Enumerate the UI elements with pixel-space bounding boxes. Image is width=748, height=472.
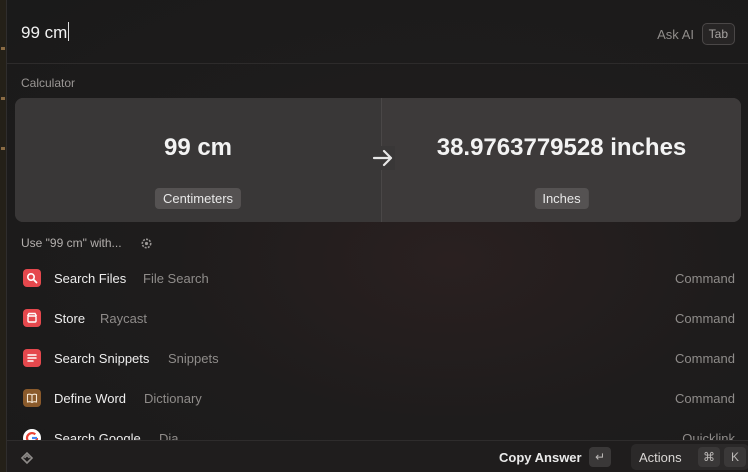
calculator-input-value: 99 cm — [163, 134, 233, 161]
list-item-subtitle: Snippets — [168, 350, 219, 366]
list-item-accessory: Command — [675, 350, 735, 366]
list-item-subtitle: File Search — [143, 270, 209, 286]
action-bar: Copy Answer ↵ Actions ⌘ K — [7, 440, 748, 472]
calculator-input-panel: 99 cm Centimeters — [15, 98, 381, 222]
enter-key-icon: ↵ — [589, 447, 611, 467]
calculator-result-card[interactable]: 99 cm Centimeters 38.9763779528 inches I… — [15, 98, 741, 222]
list-item-accessory: Command — [675, 310, 735, 326]
arrow-right-icon — [371, 146, 395, 170]
calculator-input-unit: Centimeters — [154, 188, 242, 209]
list-item-accessory: Command — [675, 390, 735, 406]
search-input[interactable]: 99 cm — [21, 22, 521, 43]
calculator-output-unit: Inches — [534, 188, 589, 209]
store-icon — [23, 309, 41, 327]
list-item[interactable]: Search Files File Search Command — [7, 258, 748, 298]
use-with-label: Use "99 cm" with... — [21, 236, 122, 250]
command-key-icon: ⌘ — [698, 447, 720, 467]
actions-label: Actions — [639, 450, 682, 465]
list-item-subtitle: Dictionary — [144, 390, 202, 406]
ask-ai-button[interactable]: Ask AI — [657, 27, 694, 42]
list-item[interactable]: Store Raycast Command — [7, 298, 748, 338]
list-item-title: Store — [54, 310, 86, 326]
list-item-title: Search Snippets — [54, 350, 150, 366]
use-with-header: Use "99 cm" with... — [21, 236, 153, 250]
list-item-title: Search Files — [54, 270, 127, 286]
text-caret — [68, 22, 70, 41]
k-key-icon: K — [724, 447, 746, 467]
dictionary-icon — [23, 389, 41, 407]
snippets-icon — [23, 349, 41, 367]
calculator-output-value: 38.9763779528 inches — [436, 134, 687, 161]
calculator-output-panel: 38.9763779528 inches Inches — [382, 98, 741, 222]
list-item-subtitle: Raycast — [100, 310, 147, 326]
calculator-section-title: Calculator — [21, 76, 76, 90]
search-files-icon — [23, 269, 41, 287]
list-item[interactable]: Search Snippets Snippets Command — [7, 338, 748, 378]
search-query: 99 cm — [21, 23, 68, 42]
list-item[interactable]: Define Word Dictionary Command — [7, 378, 748, 418]
list-item-accessory: Command — [675, 270, 735, 286]
search-bar: 99 cm Ask AI Tab — [7, 0, 748, 64]
list-item-title: Define Word — [54, 390, 127, 406]
tab-key-hint: Tab — [701, 23, 735, 45]
gear-icon[interactable] — [140, 237, 153, 250]
copy-answer-button[interactable]: Copy Answer — [499, 450, 582, 465]
actions-button[interactable]: Actions ⌘ K — [631, 444, 748, 470]
raycast-logo-icon — [19, 450, 35, 466]
launcher-window: 99 cm Ask AI Tab Calculator 99 cm Centim… — [6, 0, 748, 472]
